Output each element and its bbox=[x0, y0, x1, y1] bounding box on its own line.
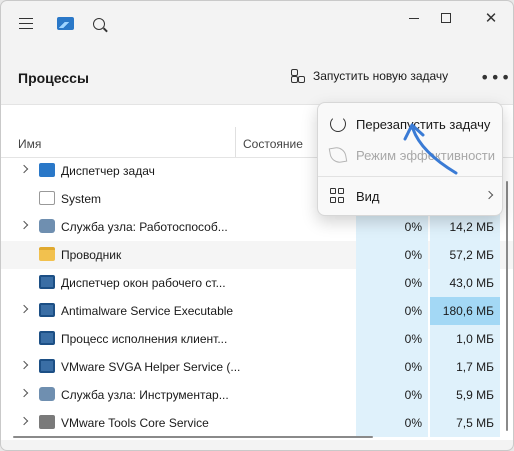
close-button[interactable]: ✕ bbox=[476, 8, 506, 28]
maximize-icon bbox=[441, 13, 451, 23]
task-manager-app-icon bbox=[57, 17, 74, 30]
service-process-icon bbox=[39, 331, 55, 345]
memory-cell: 5,9 МБ bbox=[430, 381, 500, 409]
run-new-task-icon bbox=[291, 69, 305, 83]
service-process-icon bbox=[39, 359, 55, 373]
cpu-cell: 0% bbox=[356, 297, 428, 325]
page-title: Процессы bbox=[18, 70, 89, 86]
cpu-cell: 0% bbox=[356, 269, 428, 297]
menu-item-label: Вид bbox=[356, 189, 380, 204]
gear-process-icon bbox=[39, 219, 55, 233]
expand-chevron-icon[interactable] bbox=[19, 220, 29, 230]
vertical-scrollbar[interactable] bbox=[506, 181, 508, 431]
menu-item-restart-task[interactable]: Перезапустить задачу bbox=[318, 109, 502, 139]
view-grid-icon bbox=[330, 188, 346, 204]
memory-cell: 180,6 МБ bbox=[430, 297, 500, 325]
table-row[interactable]: Проводник 0% 57,2 МБ bbox=[1, 241, 513, 269]
process-name: Служба узла: Инструментар... bbox=[61, 388, 229, 402]
search-icon[interactable] bbox=[93, 18, 105, 30]
restart-icon bbox=[330, 116, 346, 132]
process-name: Antimalware Service Executable bbox=[61, 304, 234, 318]
folder-process-icon bbox=[39, 247, 55, 261]
run-new-task-button[interactable]: Запустить новую задачу bbox=[291, 69, 448, 83]
process-name: Проводник bbox=[61, 248, 122, 262]
menu-item-label: Режим эффективности bbox=[356, 148, 496, 163]
process-name: System bbox=[61, 192, 102, 206]
table-row[interactable]: VMware Tools Core Service 0% 7,5 МБ bbox=[1, 409, 513, 437]
expand-chevron-icon[interactable] bbox=[19, 388, 29, 398]
memory-cell: 1,0 МБ bbox=[430, 325, 500, 353]
menu-separator bbox=[318, 176, 502, 177]
more-dots-icon[interactable]: ••• bbox=[480, 70, 511, 86]
service-process-icon bbox=[39, 303, 55, 317]
cpu-cell: 0% bbox=[356, 241, 428, 269]
menu-item-view[interactable]: Вид bbox=[318, 181, 502, 211]
menu-item-label: Перезапустить задачу bbox=[356, 117, 491, 132]
process-name: Служба узла: Работоспособ... bbox=[61, 220, 228, 234]
memory-cell: 43,0 МБ bbox=[430, 269, 500, 297]
service-process-icon bbox=[39, 275, 55, 289]
memory-cell: 1,7 МБ bbox=[430, 353, 500, 381]
maximize-button[interactable] bbox=[431, 8, 461, 28]
column-header-name[interactable]: Имя bbox=[18, 137, 41, 151]
leaf-icon bbox=[328, 145, 348, 165]
minimize-button[interactable] bbox=[399, 8, 429, 28]
memory-cell: 57,2 МБ bbox=[430, 241, 500, 269]
table-row[interactable]: Процесс исполнения клиент... 0% 1,0 МБ bbox=[1, 325, 513, 353]
task-manager-window: ✕ Процессы Запустить новую задачу ••• Им… bbox=[0, 0, 514, 451]
hamburger-menu-icon[interactable] bbox=[19, 18, 33, 29]
process-name: Диспетчер задач bbox=[61, 164, 155, 178]
menu-item-efficiency-mode: Режим эффективности bbox=[318, 140, 502, 170]
column-header-status[interactable]: Состояние bbox=[243, 137, 303, 151]
close-icon: ✕ bbox=[484, 9, 498, 27]
expand-chevron-icon[interactable] bbox=[19, 360, 29, 370]
table-row[interactable]: Диспетчер окон рабочего ст... 0% 43,0 МБ bbox=[1, 269, 513, 297]
table-row[interactable]: VMware SVGA Helper Service (... 0% 1,7 МБ bbox=[1, 353, 513, 381]
cpu-cell: 0% bbox=[356, 353, 428, 381]
title-bar: ✕ bbox=[1, 1, 513, 45]
process-name: Диспетчер окон рабочего ст... bbox=[61, 276, 226, 290]
expand-chevron-icon[interactable] bbox=[19, 164, 29, 174]
table-row[interactable]: Служба узла: Инструментар... 0% 5,9 МБ bbox=[1, 381, 513, 409]
blank-process-icon bbox=[39, 191, 55, 205]
submenu-chevron-icon bbox=[484, 190, 494, 200]
expand-chevron-icon[interactable] bbox=[19, 416, 29, 426]
memory-cell: 7,5 МБ bbox=[430, 409, 500, 437]
horizontal-scrollbar[interactable] bbox=[1, 434, 513, 440]
taskmgr-process-icon bbox=[39, 163, 55, 177]
run-new-task-label: Запустить новую задачу bbox=[313, 69, 449, 83]
minimize-icon bbox=[409, 17, 419, 19]
cpu-cell: 0% bbox=[356, 409, 428, 437]
process-name: Процесс исполнения клиент... bbox=[61, 332, 228, 346]
expand-chevron-icon[interactable] bbox=[19, 304, 29, 314]
context-menu: Перезапустить задачу Режим эффективности… bbox=[317, 102, 503, 216]
gear-process-icon bbox=[39, 387, 55, 401]
cpu-cell: 0% bbox=[356, 213, 428, 241]
vm-process-icon bbox=[39, 415, 55, 429]
process-name: VMware Tools Core Service bbox=[61, 416, 209, 430]
cpu-cell: 0% bbox=[356, 325, 428, 353]
column-divider[interactable] bbox=[235, 127, 236, 157]
table-row[interactable]: Служба узла: Работоспособ... 0% 14,2 МБ bbox=[1, 213, 513, 241]
cpu-cell: 0% bbox=[356, 381, 428, 409]
process-name: VMware SVGA Helper Service (... bbox=[61, 360, 241, 374]
memory-cell: 14,2 МБ bbox=[430, 213, 500, 241]
table-row[interactable]: Antimalware Service Executable 0% 180,6 МБ bbox=[1, 297, 513, 325]
